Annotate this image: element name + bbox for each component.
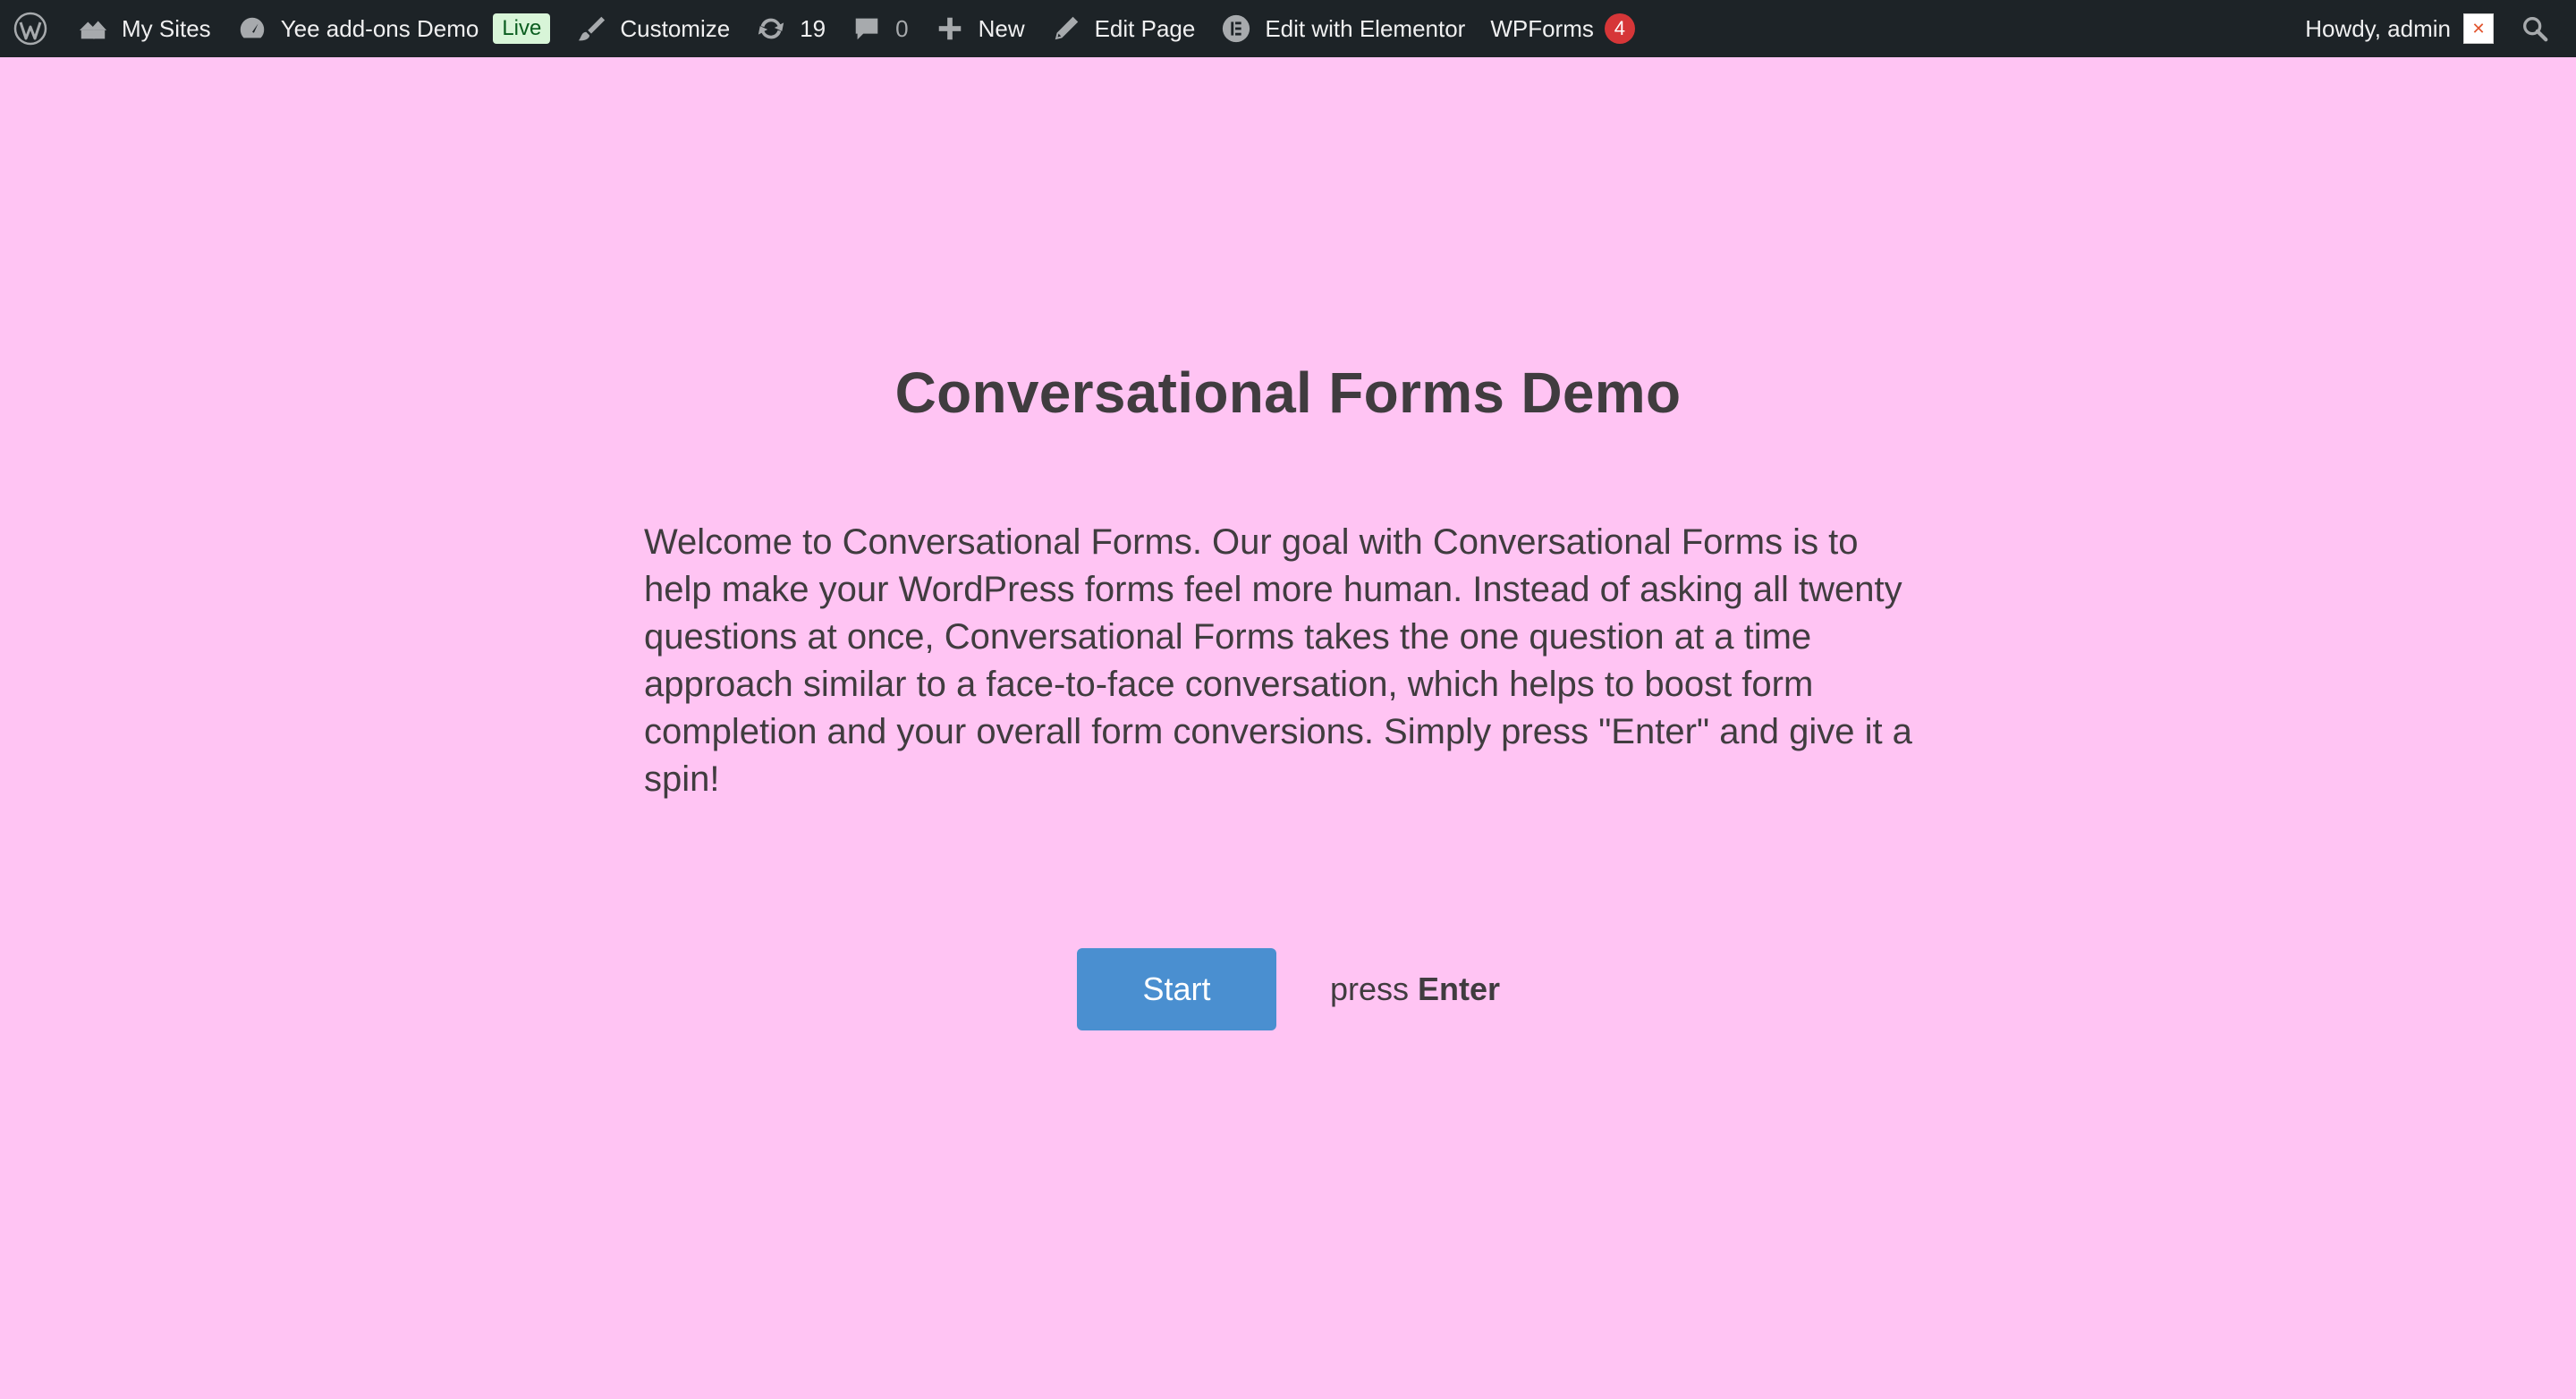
updates-link[interactable]: 19 bbox=[742, 0, 838, 57]
paintbrush-icon bbox=[575, 13, 607, 45]
press-enter-hint: press Enter bbox=[1330, 971, 1500, 1008]
live-badge: Live bbox=[493, 13, 551, 44]
site-name-label: Yee add-ons Demo bbox=[280, 14, 479, 42]
wpforms-menu[interactable]: WPForms 4 bbox=[1478, 0, 1648, 57]
start-button[interactable]: Start bbox=[1077, 948, 1276, 1030]
new-label: New bbox=[978, 14, 1025, 42]
updates-icon bbox=[755, 13, 787, 45]
elementor-icon bbox=[1220, 13, 1252, 45]
wpforms-label: WPForms bbox=[1490, 14, 1594, 42]
my-sites-label: My Sites bbox=[122, 14, 211, 42]
howdy-label: Howdy, admin bbox=[2305, 14, 2451, 42]
avatar: ✕ bbox=[2463, 13, 2494, 44]
wordpress-icon bbox=[13, 11, 48, 47]
search-toggle[interactable] bbox=[2506, 0, 2576, 57]
start-row: Start press Enter bbox=[1077, 948, 1500, 1030]
page-title: Conversational Forms Demo bbox=[894, 360, 1682, 425]
press-prefix: press bbox=[1330, 971, 1410, 1007]
comments-count: 0 bbox=[895, 14, 909, 42]
my-sites-icon bbox=[77, 13, 109, 45]
site-name-menu[interactable]: Yee add-ons Demo Live bbox=[224, 0, 564, 57]
edit-page-link[interactable]: Edit Page bbox=[1038, 0, 1208, 57]
updates-count: 19 bbox=[800, 14, 826, 42]
comment-icon bbox=[851, 13, 883, 45]
customize-label: Customize bbox=[620, 14, 731, 42]
my-sites-menu[interactable]: My Sites bbox=[64, 0, 224, 57]
my-account-menu[interactable]: Howdy, admin ✕ bbox=[2292, 0, 2506, 57]
wpforms-count-badge: 4 bbox=[1604, 13, 1635, 44]
new-content-menu[interactable]: New bbox=[921, 0, 1038, 57]
conversational-form: Conversational Forms Demo Welcome to Con… bbox=[0, 57, 2576, 1399]
comments-link[interactable]: 0 bbox=[838, 0, 920, 57]
enter-key-label: Enter bbox=[1418, 971, 1501, 1007]
plus-icon bbox=[934, 13, 966, 45]
customize-link[interactable]: Customize bbox=[563, 0, 742, 57]
edit-with-elementor-link[interactable]: Edit with Elementor bbox=[1208, 0, 1478, 57]
edit-page-label: Edit Page bbox=[1094, 14, 1196, 42]
admin-bar: My Sites Yee add-ons Demo Live Customize… bbox=[0, 0, 2576, 57]
dashboard-icon bbox=[236, 13, 268, 45]
edit-elementor-label: Edit with Elementor bbox=[1265, 14, 1466, 42]
admin-bar-right: Howdy, admin ✕ bbox=[2292, 0, 2576, 57]
wordpress-menu[interactable] bbox=[0, 0, 64, 57]
search-icon bbox=[2519, 13, 2551, 45]
form-description: Welcome to Conversational Forms. Our goa… bbox=[644, 522, 1912, 799]
pencil-icon bbox=[1050, 13, 1082, 45]
